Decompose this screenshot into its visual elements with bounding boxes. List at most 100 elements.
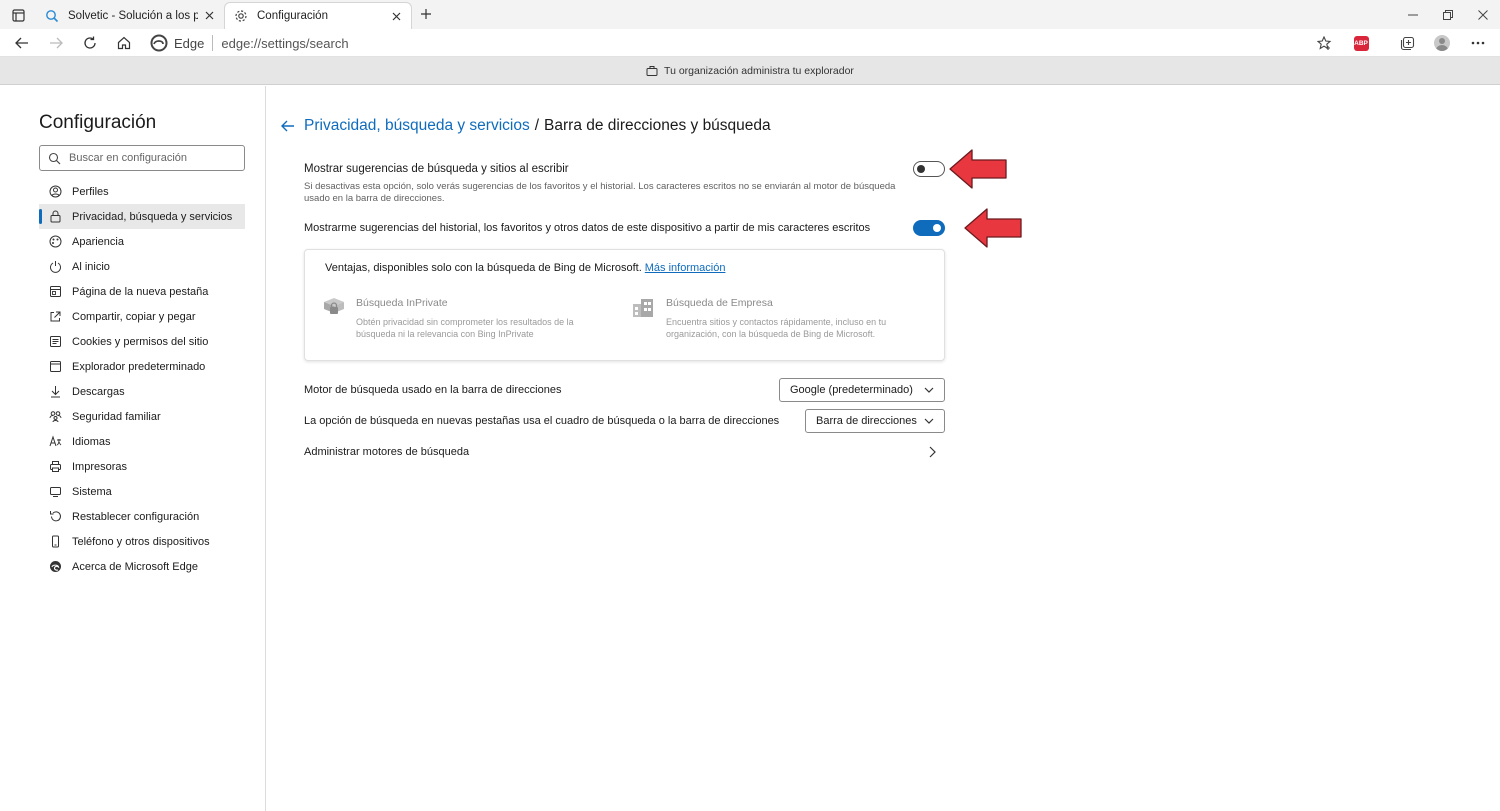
reset-icon <box>49 510 62 523</box>
sidebar-item-impresoras[interactable]: Impresoras <box>39 454 245 479</box>
new-tab-icon[interactable] <box>416 4 436 24</box>
sidebar-item-cookies[interactable]: Cookies y permisos del sitio <box>39 329 245 354</box>
browser-brand-label: Edge <box>174 35 205 51</box>
tab-title: Solvetic - Solución a los problem <box>68 9 198 22</box>
restore-icon[interactable] <box>1430 0 1465 29</box>
new-tab-page-icon <box>49 285 62 298</box>
edge-logo-icon <box>150 34 168 52</box>
default-browser-icon <box>49 360 62 373</box>
profile-avatar-icon[interactable] <box>1431 33 1453 53</box>
more-info-link[interactable]: Más información <box>645 262 726 274</box>
settings-sidebar: Configuración Perfiles Privacidad, búsqu… <box>0 86 266 811</box>
profile-icon <box>49 185 62 198</box>
search-engine-value: Google (predeterminado) <box>790 384 913 396</box>
sidebar-title: Configuración <box>39 112 157 133</box>
history-suggestions-toggle[interactable] <box>913 220 945 236</box>
tab-solvetic[interactable]: Solvetic - Solución a los problem <box>36 2 224 29</box>
close-tab-icon[interactable] <box>202 9 216 23</box>
new-tab-search-dropdown[interactable]: Barra de direcciones <box>805 409 945 433</box>
search-engine-label: Motor de búsqueda usado en la barra de d… <box>304 384 562 396</box>
sidebar-item-compartir[interactable]: Compartir, copiar y pegar <box>39 304 245 329</box>
manage-search-engines-link[interactable]: Administrar motores de búsqueda <box>304 446 469 458</box>
sidebar-item-restablecer[interactable]: Restablecer configuración <box>39 504 245 529</box>
refresh-icon[interactable] <box>79 33 101 53</box>
sidebar-item-idiomas[interactable]: Idiomas <box>39 429 245 454</box>
more-options-icon[interactable] <box>1467 33 1489 53</box>
new-tab-search-label: La opción de búsqueda en nuevas pestañas… <box>304 415 780 427</box>
system-icon <box>49 485 62 498</box>
avatar <box>1434 35 1450 51</box>
settings-search-input[interactable] <box>69 152 229 164</box>
sidebar-item-label: Explorador predeterminado <box>72 360 206 373</box>
add-favorite-icon[interactable] <box>1313 33 1335 53</box>
inprivate-search-description: Obtén privacidad sin comprometer los res… <box>356 317 574 339</box>
new-tab-search-value: Barra de direcciones <box>816 415 917 427</box>
tab-actions-icon[interactable] <box>8 5 28 25</box>
cookies-icon <box>49 335 62 348</box>
chevron-down-icon <box>924 387 934 393</box>
toolbar: Edge edge://settings/search ABP <box>0 29 1500 57</box>
sidebar-item-explorador-predeterminado[interactable]: Explorador predeterminado <box>39 354 245 379</box>
inprivate-search-icon <box>324 298 344 314</box>
sidebar-item-label: Impresoras <box>72 460 128 473</box>
back-arrow-icon[interactable] <box>280 118 296 134</box>
address-separator <box>212 35 214 51</box>
sidebar-item-acerca-de[interactable]: Acerca de Microsoft Edge <box>39 554 245 579</box>
sidebar-item-label: Descargas <box>72 385 125 398</box>
enterprise-search-icon <box>633 299 653 317</box>
sidebar-item-label: Página de la nueva pestaña <box>72 285 209 298</box>
sidebar-item-label: Idiomas <box>72 435 111 448</box>
sidebar-item-telefono[interactable]: Teléfono y otros dispositivos <box>39 529 245 554</box>
adblock-plus-icon[interactable]: ABP <box>1350 33 1372 53</box>
red-arrow-annotation-icon <box>949 149 1007 189</box>
appearance-icon <box>49 235 62 248</box>
search-engine-dropdown[interactable]: Google (predeterminado) <box>779 378 945 402</box>
power-icon <box>49 260 62 273</box>
sidebar-item-label: Apariencia <box>72 235 124 248</box>
bing-card-heading-text: Ventajas, disponibles solo con la búsque… <box>325 262 642 274</box>
address-bar[interactable]: Edge edge://settings/search <box>150 32 349 54</box>
back-icon[interactable] <box>11 33 33 53</box>
sidebar-item-nueva-pestana[interactable]: Página de la nueva pestaña <box>39 279 245 304</box>
search-suggestions-toggle[interactable] <box>913 161 945 177</box>
sidebar-item-label: Teléfono y otros dispositivos <box>72 535 210 548</box>
sidebar-item-label: Restablecer configuración <box>72 510 200 523</box>
home-icon[interactable] <box>113 33 135 53</box>
title-bar: Solvetic - Solución a los problem Config… <box>0 0 1500 29</box>
forward-icon[interactable] <box>45 33 67 53</box>
sidebar-item-al-inicio[interactable]: Al inicio <box>39 254 245 279</box>
breadcrumb-parent-link[interactable]: Privacidad, búsqueda y servicios <box>304 117 530 135</box>
edge-icon <box>49 560 62 573</box>
sidebar-item-label: Acerca de Microsoft Edge <box>72 560 198 573</box>
sidebar-item-seguridad-familiar[interactable]: Seguridad familiar <box>39 404 245 429</box>
tab-title: Configuración <box>257 10 328 22</box>
sidebar-item-label: Sistema <box>72 485 112 498</box>
search-suggestions-title: Mostrar sugerencias de búsqueda y sitios… <box>304 163 569 175</box>
enterprise-search-description: Encuentra sitios y contactos rápidamente… <box>666 317 887 339</box>
managed-browser-banner[interactable]: Tu organización administra tu explorador <box>0 57 1500 85</box>
lock-icon <box>49 210 62 223</box>
close-window-icon[interactable] <box>1465 0 1500 29</box>
gear-icon <box>233 8 249 24</box>
download-icon <box>49 385 62 398</box>
sidebar-item-privacidad[interactable]: Privacidad, búsqueda y servicios <box>39 204 245 229</box>
breadcrumb: Privacidad, búsqueda y servicios / Barra… <box>280 117 771 135</box>
sidebar-item-label: Perfiles <box>72 185 109 198</box>
red-arrow-annotation-icon <box>964 208 1022 248</box>
chevron-down-icon <box>924 418 934 424</box>
close-tab-icon[interactable] <box>389 9 403 23</box>
search-favicon-icon <box>44 8 60 24</box>
settings-search-box[interactable] <box>39 145 245 171</box>
family-icon <box>49 410 62 423</box>
tab-configuracion[interactable]: Configuración <box>224 2 412 29</box>
sidebar-item-perfiles[interactable]: Perfiles <box>39 179 245 204</box>
sidebar-item-descargas[interactable]: Descargas <box>39 379 245 404</box>
sidebar-item-apariencia[interactable]: Apariencia <box>39 229 245 254</box>
sidebar-item-sistema[interactable]: Sistema <box>39 479 245 504</box>
url-text[interactable]: edge://settings/search <box>221 36 348 51</box>
briefcase-icon <box>646 65 658 76</box>
chevron-right-icon[interactable] <box>927 446 937 458</box>
collections-icon[interactable] <box>1396 33 1418 53</box>
minimize-icon[interactable] <box>1395 0 1430 29</box>
page-title: Barra de direcciones y búsqueda <box>544 117 771 134</box>
